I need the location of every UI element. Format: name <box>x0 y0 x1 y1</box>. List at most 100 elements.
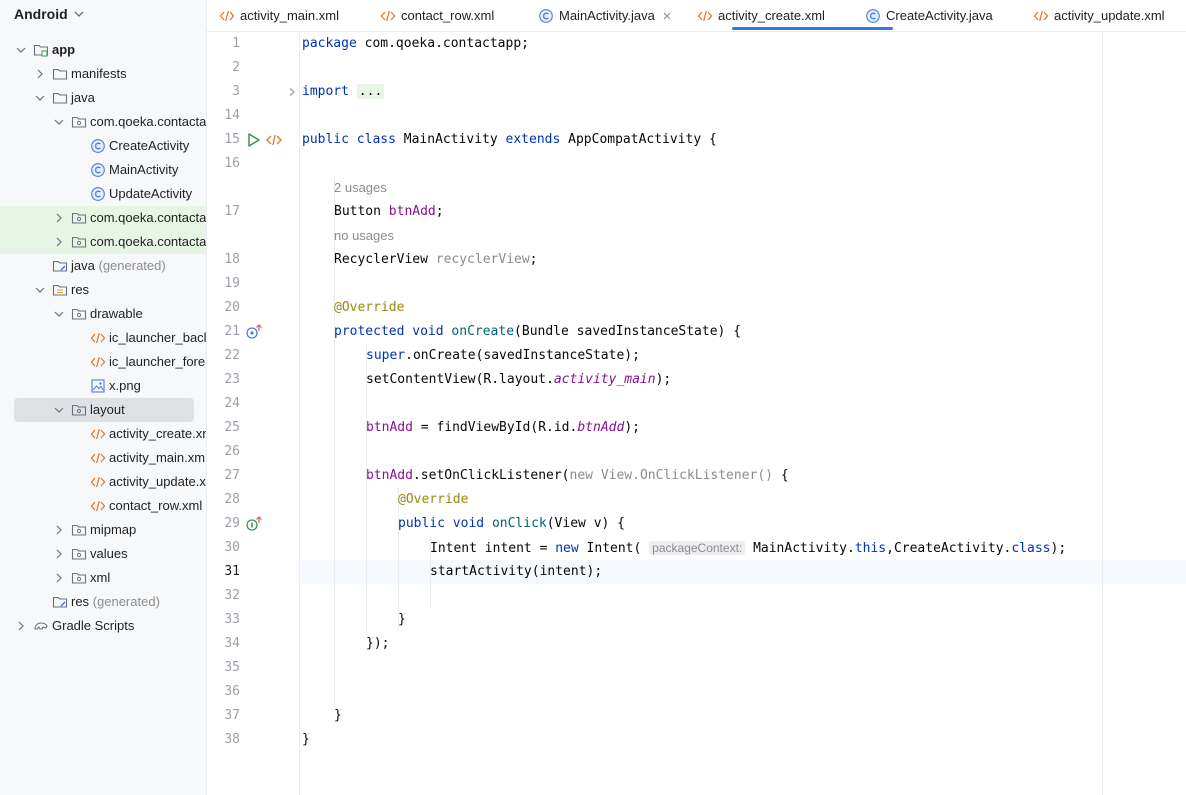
line-number: 18 <box>224 252 240 267</box>
code-token: package <box>302 36 357 51</box>
tree-item[interactable]: activity_create.xn <box>0 422 206 446</box>
tab-label: activity_main.xml <box>240 8 339 23</box>
code-line-23: setContentView(R.layout.activity_main); <box>366 368 671 392</box>
code-token: this <box>854 541 887 556</box>
folder-icon <box>52 66 68 82</box>
res-folder-icon <box>52 282 68 298</box>
tree-item[interactable]: drawable <box>0 302 206 326</box>
tab-mainactivity-java[interactable]: MainActivity.java <box>538 0 673 31</box>
code-line-17: Button btnAdd; <box>334 200 444 224</box>
xml-file-icon <box>380 8 396 24</box>
tree-item[interactable]: com.qoeka.contacta <box>0 206 206 230</box>
xml-file-icon <box>219 8 235 24</box>
tree-item[interactable]: mipmap <box>0 518 206 542</box>
tree-item[interactable]: com.qoeka.contacta <box>0 110 206 134</box>
tree-item[interactable]: contact_row.xml <box>0 494 206 518</box>
fold-chevron-icon[interactable] <box>287 87 297 97</box>
run-icon[interactable] <box>245 131 263 149</box>
chevron-down-icon[interactable] <box>33 283 47 297</box>
code-token: (View v) { <box>546 516 626 531</box>
code-token: @Override <box>334 300 405 315</box>
chevron-down-icon[interactable] <box>52 403 66 417</box>
line-number: 30 <box>224 540 240 555</box>
code-token: com.qoeka.contactapp; <box>356 36 529 51</box>
tree-item[interactable]: MainActivity <box>0 158 206 182</box>
tree-item[interactable]: CreateActivity <box>0 134 206 158</box>
tree-item[interactable]: com.qoeka.contacta <box>0 230 206 254</box>
tree-item-label: activity_create.xn <box>109 427 206 441</box>
tree-item-label: java <box>71 91 95 105</box>
line-number: 36 <box>224 684 240 699</box>
chevron-right-icon[interactable] <box>52 523 66 537</box>
chevron-right-icon[interactable] <box>52 571 66 585</box>
chevron-right-icon[interactable] <box>33 67 47 81</box>
chevron-down-icon[interactable] <box>33 91 47 105</box>
tree-item[interactable]: values <box>0 542 206 566</box>
chevron-right-icon[interactable] <box>14 619 28 633</box>
chevron-right-icon[interactable] <box>52 235 66 249</box>
line-number: 1 <box>232 36 240 51</box>
code-line-33: } <box>398 612 406 627</box>
override-method-icon[interactable] <box>245 323 263 341</box>
tree-item[interactable]: UpdateActivity <box>0 182 206 206</box>
folded-imports[interactable]: ... <box>356 84 385 99</box>
implement-method-icon[interactable] <box>245 515 263 533</box>
code-token: class <box>356 132 396 147</box>
tree-item[interactable]: res <box>0 278 206 302</box>
code-editor[interactable]: 1 2 3 14 15 16 17 18 19 20 21 22 23 24 25 26 27 28 29 30 31 3… <box>207 32 1186 795</box>
tab-label: activity_create.xml <box>718 8 825 23</box>
tree-item[interactable]: activity_update.x <box>0 470 206 494</box>
code-line-21: protected void onCreate(Bundle savedInst… <box>334 320 741 344</box>
gutter-separator <box>299 32 300 795</box>
code-line-38: } <box>302 732 310 747</box>
xml-layout-icon[interactable] <box>265 131 283 149</box>
tree-item-text: Gradle Scripts <box>52 618 135 633</box>
tree-item[interactable]: layout <box>0 398 206 422</box>
tab-activity-update-xml[interactable]: activity_update.xml <box>1033 0 1165 31</box>
tree-item[interactable]: ic_launcher_fore <box>0 350 206 374</box>
tree-item[interactable]: java (generated) <box>0 254 206 278</box>
tree-item[interactable]: xml <box>0 566 206 590</box>
usages-hint[interactable]: no usages <box>334 224 394 248</box>
xml-file-icon <box>90 354 106 370</box>
tree-item-label: ic_launcher_bacl <box>109 331 206 345</box>
chevron-right-icon[interactable] <box>52 547 66 561</box>
tree-item[interactable]: ic_launcher_bacl <box>0 326 206 350</box>
image-file-icon <box>90 378 106 394</box>
tree-item-text: java <box>71 90 95 105</box>
code-token: ; <box>529 252 538 267</box>
tab-contact-row-xml[interactable]: contact_row.xml <box>380 0 494 31</box>
gradle-icon <box>33 618 49 634</box>
chevron-down-icon[interactable] <box>52 307 66 321</box>
usages-hint[interactable]: 2 usages <box>334 176 387 200</box>
line-number <box>207 224 240 248</box>
code-token: (Bundle savedInstanceState) { <box>514 324 742 339</box>
tab-activity-main-xml[interactable]: activity_main.xml <box>219 0 339 31</box>
tree-item[interactable]: activity_main.xml <box>0 446 206 470</box>
tree-item[interactable]: x.png <box>0 374 206 398</box>
active-tab-indicator <box>732 27 893 30</box>
tree-item[interactable]: res (generated) <box>0 590 206 614</box>
tree-item[interactable]: app <box>0 38 206 62</box>
code-token: btnAdd <box>388 204 436 219</box>
project-view-selector[interactable]: Android <box>14 4 86 24</box>
code-token: Button <box>334 204 381 219</box>
line-number: 28 <box>224 492 240 507</box>
code-token: Intent intent = <box>430 541 556 556</box>
close-icon[interactable] <box>661 10 673 22</box>
code-line-15: public class MainActivity extends AppCom… <box>302 128 717 152</box>
chevron-right-icon[interactable] <box>52 211 66 225</box>
code-line-18: RecyclerView recyclerView; <box>334 248 538 272</box>
code-token: super <box>366 348 406 363</box>
code-token: setContentView(R.layout. <box>366 372 554 387</box>
tree-item-text: drawable <box>90 306 143 321</box>
tree-item-label: activity_update.x <box>109 475 206 489</box>
package-folder-icon <box>71 210 87 226</box>
tree-item[interactable]: java <box>0 86 206 110</box>
chevron-down-icon[interactable] <box>14 43 28 57</box>
chevron-down-icon[interactable] <box>52 115 66 129</box>
tree-item[interactable]: manifests <box>0 62 206 86</box>
line-number: 16 <box>224 156 240 171</box>
tree-item[interactable]: Gradle Scripts <box>0 614 206 638</box>
line-number: 23 <box>224 372 240 387</box>
